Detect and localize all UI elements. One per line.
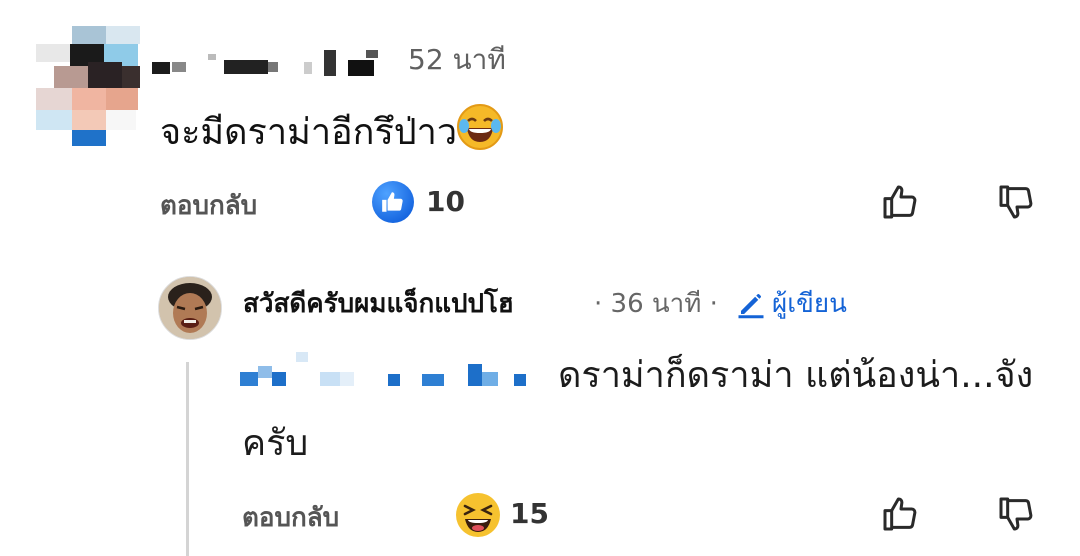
reply-text-line1: ดราม่าก็ดราม่า แต่น้องน่า...จัง — [558, 355, 1034, 396]
commenter-name-censored[interactable] — [152, 50, 392, 80]
reply-text-line2: ครับ — [242, 423, 309, 464]
commenter-avatar-pixelated[interactable] — [36, 26, 140, 146]
reply-button[interactable]: ตอบกลับ — [160, 188, 257, 224]
pencil-icon — [738, 294, 764, 319]
thumbs-up-icon[interactable] — [878, 492, 922, 536]
thumbs-down-icon[interactable] — [994, 180, 1038, 224]
reaction-count: 10 — [426, 185, 465, 218]
comment-meta: · 36 นาที · — [594, 284, 718, 324]
like-reaction-icon — [372, 181, 414, 223]
author-name[interactable]: สวัสดีครับผมแจ็กแปปโฮ — [243, 284, 514, 324]
comment-text: จะมีดราม่าอีกรึป่าว — [160, 104, 504, 159]
reply-button[interactable]: ตอบกลับ — [242, 500, 339, 536]
comment-text-content: จะมีดราม่าอีกรึป่าว — [160, 112, 458, 153]
author-badge-label: ผู้เขียน — [772, 289, 847, 319]
laughing-reaction-icon — [455, 492, 501, 538]
author-badge: ผู้เขียน — [736, 284, 847, 324]
comment-time: 52 นาที — [408, 43, 506, 76]
thread-line — [186, 362, 189, 556]
thumbs-down-icon[interactable] — [994, 492, 1038, 536]
comment-time: 36 นาที — [610, 289, 702, 319]
meta-separator: · — [709, 289, 718, 319]
author-avatar[interactable] — [158, 276, 222, 340]
tears-of-joy-emoji-icon — [457, 104, 504, 150]
reaction-count: 15 — [510, 497, 549, 530]
mentioned-name-censored[interactable] — [240, 352, 540, 392]
thumbs-up-icon[interactable] — [878, 180, 922, 224]
meta-separator: · — [594, 289, 603, 319]
